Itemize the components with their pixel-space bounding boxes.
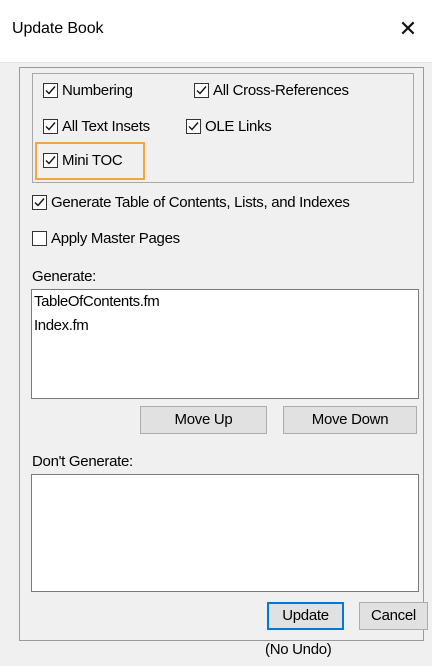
all-text-insets-checkbox[interactable]: All Text Insets xyxy=(43,118,150,135)
dialog-title: Update Book xyxy=(12,20,104,37)
checkbox-checked-icon xyxy=(43,83,58,98)
all-text-insets-label: All Text Insets xyxy=(62,118,150,135)
checkbox-checked-icon xyxy=(186,119,201,134)
dont-generate-label: Don't Generate: xyxy=(32,453,133,470)
all-cross-references-label: All Cross-References xyxy=(213,82,349,99)
ole-links-label: OLE Links xyxy=(205,118,272,135)
dialog-body: Numbering All Cross-References All Text … xyxy=(0,62,432,666)
list-item[interactable]: Index.fm xyxy=(32,314,418,338)
ole-links-checkbox[interactable]: OLE Links xyxy=(186,118,272,135)
move-up-button[interactable]: Move Up xyxy=(140,406,267,434)
close-icon[interactable]: ✕ xyxy=(396,17,420,41)
checkbox-checked-icon xyxy=(194,83,209,98)
no-undo-note: (No Undo) xyxy=(265,641,332,658)
numbering-label: Numbering xyxy=(62,82,133,99)
numbering-checkbox[interactable]: Numbering xyxy=(43,82,133,99)
update-button[interactable]: Update xyxy=(267,602,344,630)
checkbox-checked-icon xyxy=(43,119,58,134)
all-cross-references-checkbox[interactable]: All Cross-References xyxy=(194,82,349,99)
checkbox-checked-icon xyxy=(43,153,58,168)
mini-toc-checkbox[interactable]: Mini TOC xyxy=(43,152,123,169)
apply-master-pages-label: Apply Master Pages xyxy=(51,230,180,247)
cancel-button[interactable]: Cancel xyxy=(359,602,428,630)
move-down-button[interactable]: Move Down xyxy=(283,406,417,434)
title-bar: Update Book ✕ xyxy=(0,0,432,62)
generate-listbox[interactable]: TableOfContents.fm Index.fm xyxy=(31,289,419,399)
generate-toc-label: Generate Table of Contents, Lists, and I… xyxy=(51,194,350,211)
generate-toc-checkbox[interactable]: Generate Table of Contents, Lists, and I… xyxy=(32,194,350,211)
apply-master-pages-checkbox[interactable]: Apply Master Pages xyxy=(32,230,180,247)
list-item[interactable]: TableOfContents.fm xyxy=(32,290,418,314)
generate-label: Generate: xyxy=(32,268,97,285)
checkbox-unchecked-icon xyxy=(32,231,47,246)
mini-toc-label: Mini TOC xyxy=(62,152,123,169)
checkbox-checked-icon xyxy=(32,195,47,210)
dont-generate-listbox[interactable] xyxy=(31,474,419,592)
